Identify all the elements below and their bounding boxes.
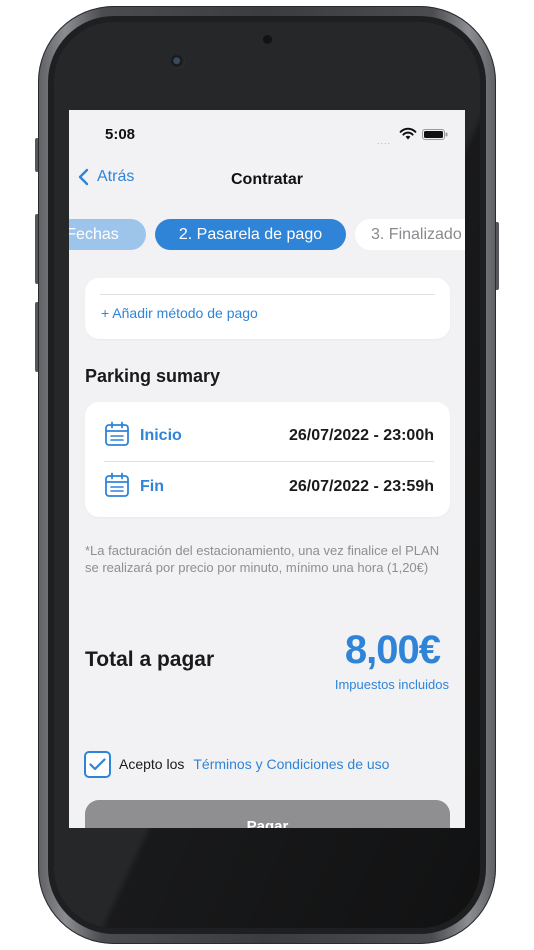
calendar-icon: [105, 421, 129, 446]
accept-label: Acepto los: [119, 756, 185, 772]
summary-row-start: Inicio 26/07/2022 - 23:00h: [85, 408, 450, 460]
status-bar: 5:08 ....: [69, 110, 465, 154]
wifi-icon: [399, 127, 417, 140]
step-indicator: Fechas 2. Pasarela de pago 3. Finalizado: [69, 219, 465, 251]
step-fechas[interactable]: Fechas: [69, 219, 146, 250]
add-payment-method-link[interactable]: + Añadir método de pago: [101, 305, 258, 321]
calendar-icon: [105, 472, 129, 497]
total-label: Total a pagar: [85, 648, 215, 671]
signal-icon: ....: [377, 136, 392, 146]
app-screen: 5:08 .... Atrás Contratar Fechas 2. Pasa…: [69, 110, 465, 828]
front-camera-icon: [170, 54, 185, 69]
summary-start-label: Inicio: [140, 427, 182, 444]
checkmark-icon: [89, 757, 106, 770]
summary-row-end: Fin 26/07/2022 - 23:59h: [85, 459, 450, 511]
terms-checkbox[interactable]: [84, 750, 111, 778]
sensor-dot: [263, 35, 272, 44]
parking-summary-card: Inicio 26/07/2022 - 23:00h Fin 26/07/202…: [85, 402, 450, 517]
terms-link[interactable]: Términos y Condiciones de uso: [193, 756, 389, 772]
step-finalizado[interactable]: 3. Finalizado: [355, 219, 465, 250]
summary-end-label: Fin: [140, 478, 164, 495]
navigation-bar: Atrás Contratar: [69, 154, 465, 204]
page-title: Contratar: [230, 171, 303, 188]
payment-methods-card: + Añadir método de pago: [85, 278, 450, 339]
battery-icon: [422, 129, 448, 140]
summary-start-value: 26/07/2022 - 23:00h: [289, 427, 434, 444]
status-time: 5:08: [105, 126, 136, 143]
summary-end-value: 26/07/2022 - 23:59h: [289, 478, 434, 495]
step-pasarela-de-pago[interactable]: 2. Pasarela de pago: [155, 219, 346, 250]
divider: [100, 294, 435, 295]
total-amount: 8,00€: [344, 628, 441, 672]
billing-note: *La facturación del estacionamiento, una…: [85, 543, 440, 575]
terms-row: Acepto los Términos y Condiciones de uso: [84, 750, 389, 778]
tax-note: Impuestos incluidos: [334, 677, 449, 692]
summary-title: Parking sumary: [85, 366, 221, 386]
pay-button[interactable]: Pagar: [85, 800, 450, 828]
